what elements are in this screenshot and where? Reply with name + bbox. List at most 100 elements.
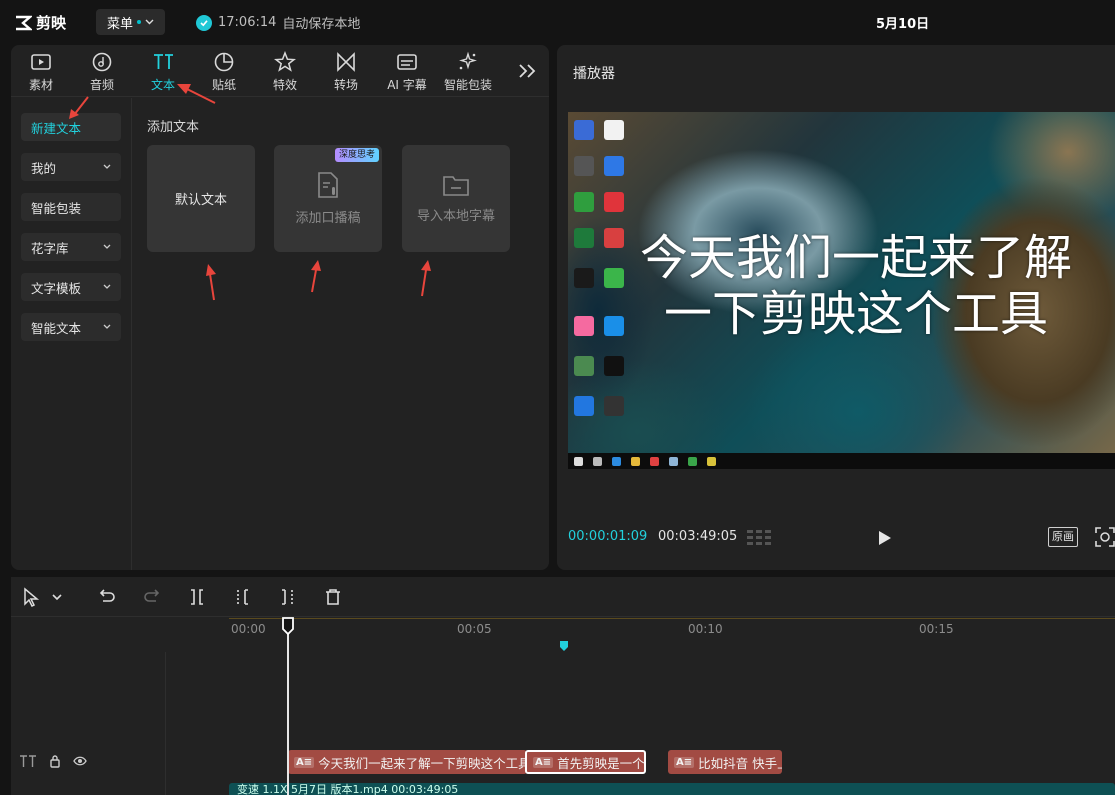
windows-icon xyxy=(574,456,583,466)
fullscreen-icon[interactable] xyxy=(1094,526,1115,548)
nav-smart-text[interactable]: 智能文本 xyxy=(21,313,121,341)
card-label: 添加口播稿 xyxy=(295,211,361,226)
material-panel: 素材 音频 文本 贴纸 特效 转场 AI 字幕 智能包装 新建文本 我的 智能包… xyxy=(11,45,549,570)
annotation-arrow-icon xyxy=(206,264,216,301)
tab-ai-caption[interactable]: AI 字幕 xyxy=(377,51,437,93)
subtitle-line-1: 今天我们一起来了解 xyxy=(640,230,1073,286)
ruler-tick: 00:00 xyxy=(231,622,266,636)
desktop-icons xyxy=(572,118,632,418)
nav-label: 智能包装 xyxy=(31,200,82,216)
track-header-divider xyxy=(165,652,166,795)
default-text-card[interactable]: 默认文本 xyxy=(147,145,255,252)
ruler-tick: 00:10 xyxy=(688,622,723,636)
desktop-app-icon xyxy=(604,396,624,416)
nav-label: 我的 xyxy=(31,160,57,176)
audio-icon xyxy=(92,52,112,72)
tab-label: 音频 xyxy=(89,78,114,92)
timeline-ruler[interactable]: 00:00 00:05 00:10 00:15 xyxy=(229,618,1115,638)
chevron-down-icon[interactable] xyxy=(51,587,63,607)
desktop-app-icon xyxy=(574,120,594,140)
text-side-nav: 新建文本 我的 智能包装 花字库 文字模板 智能文本 xyxy=(11,98,132,570)
nav-smart-package[interactable]: 智能包装 xyxy=(21,193,121,221)
eye-icon[interactable] xyxy=(73,755,87,767)
lock-icon[interactable] xyxy=(49,754,61,768)
split-icon[interactable] xyxy=(187,587,207,607)
desktop-app-icon xyxy=(574,192,594,212)
player-panel: 播放器 今天我们一起来了解 一下剪映这个工具 00:00:01:09 00:03… xyxy=(557,45,1115,570)
playhead-handle-icon[interactable] xyxy=(281,617,295,635)
desktop-taskbar xyxy=(568,453,1115,469)
search-icon xyxy=(593,456,602,466)
original-ratio-button[interactable]: 原画 xyxy=(1048,527,1078,547)
autosave-status: 17:06:14 自动保存本地 xyxy=(196,13,360,32)
select-cursor-icon[interactable] xyxy=(21,587,41,607)
subtitle-line-2: 一下剪映这个工具 xyxy=(664,286,1049,342)
category-tabs: 素材 音频 文本 贴纸 特效 转场 AI 字幕 智能包装 xyxy=(11,45,549,97)
chevron-down-icon xyxy=(103,244,111,249)
desktop-app-icon xyxy=(604,268,624,288)
more-tabs-icon[interactable] xyxy=(517,62,539,80)
ruler-tick: 00:15 xyxy=(919,622,954,636)
undo-icon[interactable] xyxy=(97,587,117,607)
desktop-app-icon xyxy=(574,356,594,376)
annotation-arrow-icon xyxy=(177,84,216,104)
timeline-toolbar xyxy=(11,577,1115,617)
tab-transition[interactable]: 转场 xyxy=(316,51,376,93)
tab-smart-package[interactable]: 智能包装 xyxy=(438,51,498,93)
tab-audio[interactable]: 音频 xyxy=(72,51,132,93)
add-script-card[interactable]: 深度思考 添加口播稿 xyxy=(274,145,382,252)
trim-right-icon[interactable] xyxy=(277,587,297,607)
deep-think-badge: 深度思考 xyxy=(334,148,379,162)
desktop-app-icon xyxy=(574,156,594,176)
nav-label: 智能文本 xyxy=(31,320,82,336)
video-subtitle: 今天我们一起来了解 一下剪映这个工具 xyxy=(640,230,1115,342)
redo-icon[interactable] xyxy=(142,587,162,607)
current-time: 00:00:01:09 xyxy=(568,529,648,544)
nav-text-template[interactable]: 文字模板 xyxy=(21,273,121,301)
taskbar-app-icon xyxy=(631,456,640,466)
frame-grid-icon[interactable] xyxy=(746,529,774,547)
video-preview[interactable]: 今天我们一起来了解 一下剪映这个工具 xyxy=(568,112,1115,469)
menu-button[interactable]: 菜单 xyxy=(96,9,165,35)
text-clip-selected[interactable]: A≡ 首先剪映是一个 xyxy=(525,750,646,774)
nav-mine[interactable]: 我的 xyxy=(21,153,121,181)
import-subtitle-card[interactable]: 导入本地字幕 xyxy=(402,145,510,252)
desktop-app-icon xyxy=(574,228,594,248)
delete-icon[interactable] xyxy=(323,587,343,607)
total-time: 00:03:49:05 xyxy=(658,529,738,544)
media-icon xyxy=(31,54,51,70)
tab-label: 文本 xyxy=(150,78,175,92)
app-name: 剪映 xyxy=(36,14,67,32)
desktop-app-icon xyxy=(574,268,594,288)
main-video-clip[interactable]: 变速 1.1X 5月7日 版本1.mp4 00:03:49:05 xyxy=(229,783,1115,795)
tab-label: 转场 xyxy=(333,78,358,92)
text-clip[interactable]: A≡ 今天我们一起来了解一下剪映这个工具 xyxy=(288,750,527,774)
folder-icon xyxy=(443,176,469,196)
effects-icon xyxy=(274,51,296,72)
top-bar: 剪映 菜单 17:06:14 自动保存本地 5月10日 xyxy=(0,0,1115,44)
autosave-text: 自动保存本地 xyxy=(282,17,361,32)
desktop-app-icon xyxy=(604,356,624,376)
tab-effects[interactable]: 特效 xyxy=(255,51,315,93)
trim-left-icon[interactable] xyxy=(233,587,253,607)
desktop-app-icon xyxy=(604,120,624,140)
marker-icon[interactable] xyxy=(559,640,569,652)
nav-fancy-text[interactable]: 花字库 xyxy=(21,233,121,261)
timeline-panel: 00:00 00:05 00:10 00:15 A≡ 今天我们一起来了解一下剪映… xyxy=(11,577,1115,795)
clip-text: 今天我们一起来了解一下剪映这个工具 xyxy=(318,755,527,771)
annotation-arrow-icon xyxy=(421,260,431,297)
tab-media[interactable]: 素材 xyxy=(11,51,71,93)
project-title[interactable]: 5月10日 xyxy=(876,13,929,32)
playhead-line[interactable] xyxy=(287,618,289,795)
play-icon[interactable] xyxy=(877,529,893,547)
desktop-app-icon xyxy=(574,316,594,336)
clip-text: 首先剪映是一个 xyxy=(557,755,645,771)
text-clip[interactable]: A≡ 比如抖音 快手上 xyxy=(668,750,782,774)
ruler-line xyxy=(229,618,1115,619)
chevron-down-icon xyxy=(103,284,111,289)
desktop-app-icon xyxy=(604,156,624,176)
text-icon xyxy=(154,54,173,69)
nav-label: 花字库 xyxy=(31,240,69,256)
card-label: 导入本地字幕 xyxy=(416,209,495,224)
tab-label: 智能包装 xyxy=(443,78,492,92)
